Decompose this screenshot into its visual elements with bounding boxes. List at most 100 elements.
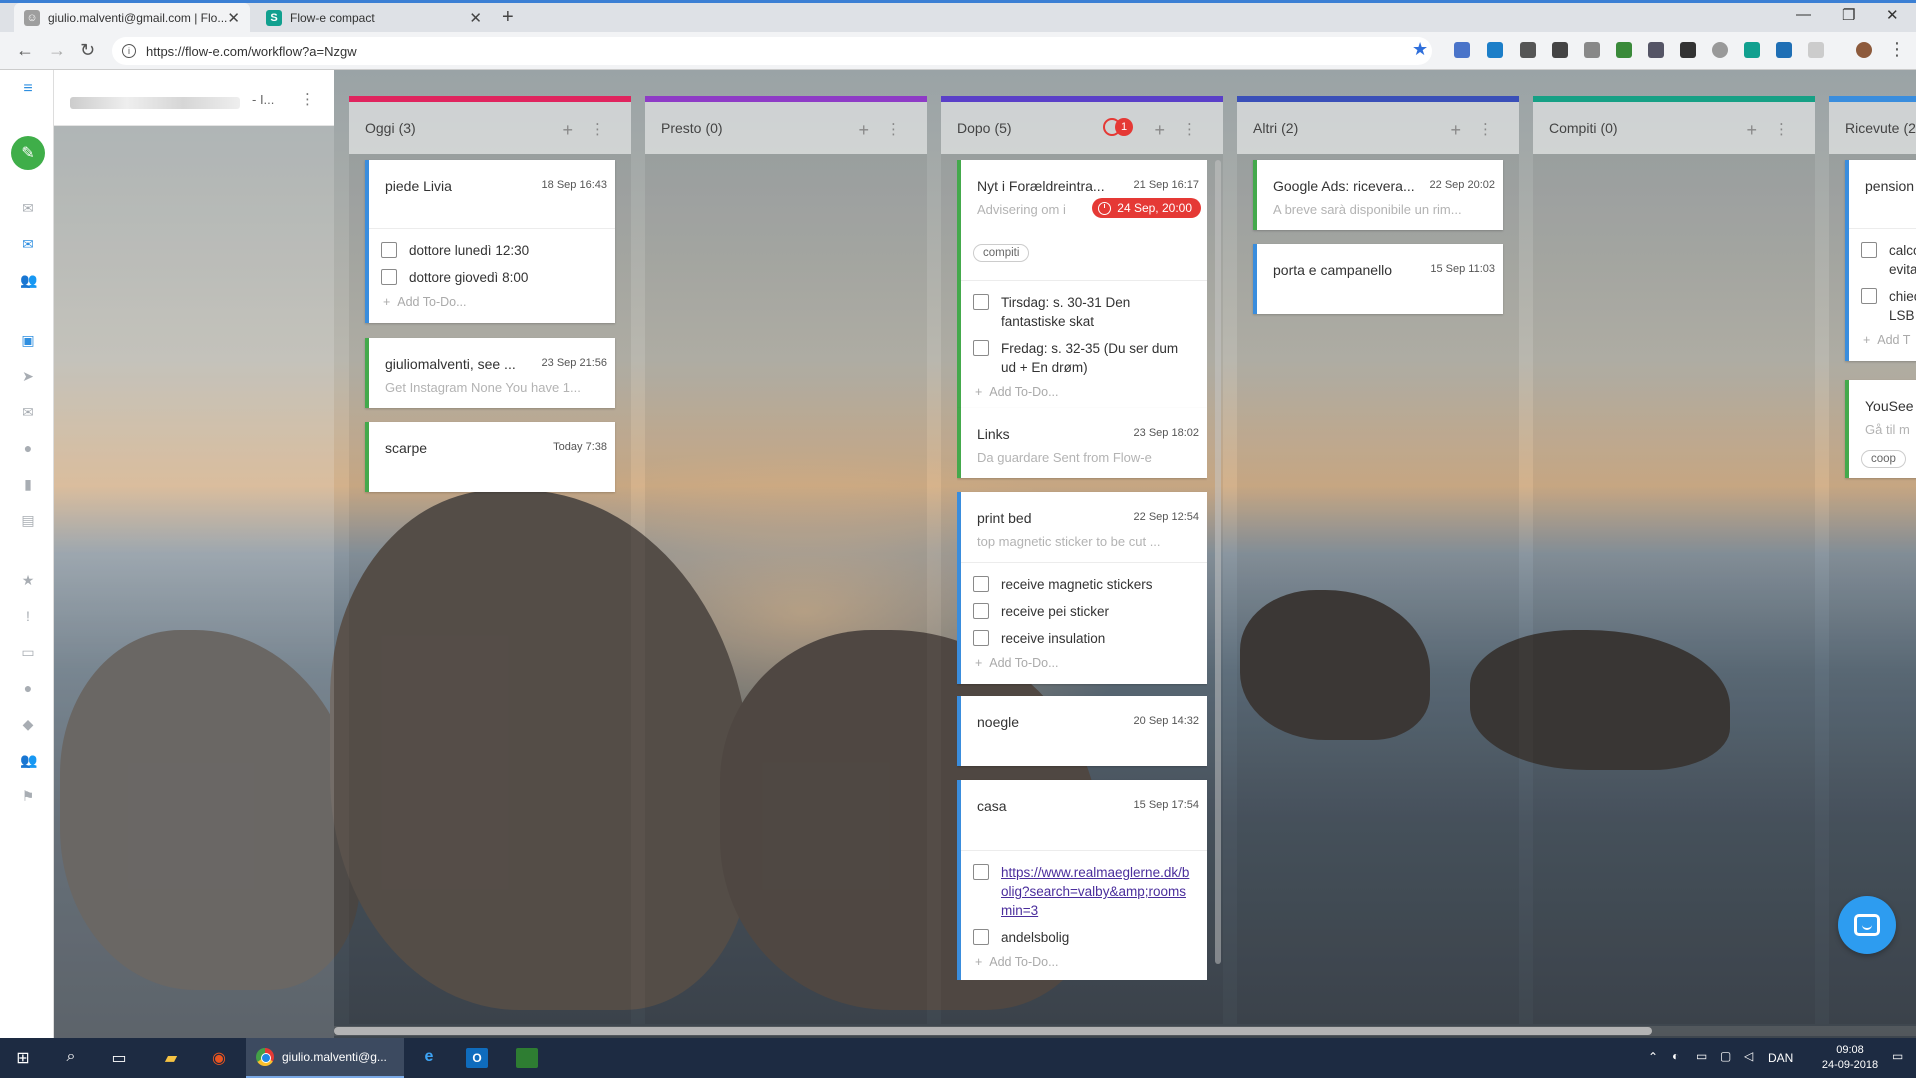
add-card-icon[interactable]: + xyxy=(1154,120,1165,141)
workflow-board-icon[interactable]: ▣ xyxy=(20,332,36,349)
add-todo-input[interactable]: + Add To-Do... xyxy=(961,381,1207,407)
task-view-icon[interactable]: ▭ xyxy=(108,1048,130,1068)
site-info-icon[interactable]: i xyxy=(122,44,136,58)
profile-avatar[interactable] xyxy=(1856,42,1872,58)
todo-checkbox[interactable] xyxy=(1861,242,1877,258)
add-card-icon[interactable]: + xyxy=(562,120,573,141)
windows-start-icon[interactable]: ⊞ xyxy=(12,1048,34,1068)
card[interactable]: piede Livia 18 Sep 16:43 dottore lunedì … xyxy=(365,160,615,323)
card[interactable]: Nyt i Forældreintra... 21 Sep 16:17 Advi… xyxy=(957,160,1207,413)
todo-link[interactable]: https://www.realmaeglerne.dk/bolig?searc… xyxy=(1001,863,1195,920)
address-bar[interactable]: i https://flow-e.com/workflow?a=Nzgw xyxy=(112,37,1432,65)
tray-battery-icon[interactable]: ▭ xyxy=(1696,1049,1707,1063)
extension-icon[interactable] xyxy=(1487,42,1503,58)
search-icon[interactable]: ⌕ xyxy=(60,1048,82,1068)
more-options-icon[interactable]: ⋮ xyxy=(300,90,315,108)
card[interactable]: giuliomalventi, see ... 23 Sep 21:56 Get… xyxy=(365,338,615,408)
todo-checkbox[interactable] xyxy=(381,269,397,285)
card[interactable]: noegle 20 Sep 14:32 xyxy=(957,696,1207,766)
ubuntu-icon[interactable]: ◉ xyxy=(208,1048,230,1068)
extension-translate-icon[interactable] xyxy=(1454,42,1470,58)
column-menu-icon[interactable]: ⋮ xyxy=(1182,120,1197,138)
extension-icon[interactable] xyxy=(1712,42,1728,58)
restore-icon[interactable]: ❐ xyxy=(1842,6,1855,24)
taskbar-chrome-window[interactable]: giulio.malventi@g... xyxy=(246,1038,404,1078)
minimize-icon[interactable]: — xyxy=(1796,6,1811,23)
drafts-icon[interactable]: ✉ xyxy=(20,404,36,421)
tab-flow-e-gmail[interactable]: ☺ giulio.malventi@gmail.com | Flo... ✕ xyxy=(14,3,250,32)
tray-volume-icon[interactable]: ◁ xyxy=(1744,1049,1753,1063)
notifications-icon[interactable]: ▭ xyxy=(1892,1049,1903,1063)
reload-icon[interactable]: ↻ xyxy=(80,40,95,61)
extension-icon[interactable] xyxy=(1648,42,1664,58)
card[interactable]: Links 23 Sep 18:02 Da guardare Sent from… xyxy=(957,408,1207,478)
language-indicator[interactable]: DAN xyxy=(1768,1051,1793,1065)
file-explorer-icon[interactable]: ▰ xyxy=(160,1048,182,1068)
window-close-icon[interactable]: ✕ xyxy=(1886,6,1899,24)
reminder-chip[interactable]: 24 Sep, 20:00 xyxy=(1092,198,1201,218)
add-todo-input[interactable]: + Add To-Do... xyxy=(961,951,1207,977)
board-horizontal-scrollbar[interactable] xyxy=(334,1026,1916,1036)
system-clock[interactable]: 09:08 24-09-2018 xyxy=(1820,1043,1880,1073)
add-todo-input[interactable]: + Add To-Do... xyxy=(369,291,615,317)
extension-pocket-icon[interactable] xyxy=(1552,42,1568,58)
card[interactable]: YouSee Gå til m coop xyxy=(1845,380,1916,478)
tab-flow-e-compact[interactable]: S Flow-e compact ✕ xyxy=(256,3,492,32)
todo-checkbox[interactable] xyxy=(973,576,989,592)
spam-icon[interactable]: ● xyxy=(20,440,36,456)
bookmark-star-icon[interactable]: ★ xyxy=(1412,39,1428,60)
person-icon[interactable]: ● xyxy=(20,680,36,696)
hamburger-menu-icon[interactable]: ≡ xyxy=(20,80,36,98)
trash-icon[interactable]: ▮ xyxy=(20,476,36,493)
tray-display-icon[interactable]: ▢ xyxy=(1720,1049,1731,1063)
todo-checkbox[interactable] xyxy=(973,864,989,880)
add-todo-input[interactable]: + Add T xyxy=(1849,329,1916,355)
sent-icon[interactable]: ➤ xyxy=(20,368,36,385)
internet-explorer-icon[interactable]: e xyxy=(418,1048,440,1068)
column-menu-icon[interactable]: ⋮ xyxy=(886,120,901,138)
card[interactable]: print bed 22 Sep 12:54 top magnetic stic… xyxy=(957,492,1207,684)
extension-mail-icon[interactable] xyxy=(1520,42,1536,58)
extension-camera-icon[interactable] xyxy=(1584,42,1600,58)
card[interactable]: porta e campanello 15 Sep 11:03 xyxy=(1253,244,1503,314)
support-chat-button[interactable] xyxy=(1838,896,1896,954)
mail-icon[interactable]: ✉ xyxy=(20,236,36,253)
group-icon[interactable]: 👥 xyxy=(20,752,37,769)
outlook-icon[interactable]: O xyxy=(466,1048,488,1068)
back-icon[interactable]: ← xyxy=(16,40,34,61)
extension-icon[interactable] xyxy=(1616,42,1632,58)
todo-checkbox[interactable] xyxy=(973,630,989,646)
card-tag[interactable]: compiti xyxy=(973,244,1030,262)
reminder-alarm-badge[interactable]: 1 xyxy=(1103,118,1133,136)
column-menu-icon[interactable]: ⋮ xyxy=(1774,120,1789,138)
tray-chevron-icon[interactable]: ⌃ xyxy=(1648,1050,1658,1064)
card[interactable]: casa 15 Sep 17:54 https://www.realmaegle… xyxy=(957,780,1207,980)
spreadsheet-icon[interactable] xyxy=(516,1048,538,1068)
scrollbar-thumb[interactable] xyxy=(334,1027,1652,1035)
extension-qr-icon[interactable] xyxy=(1680,42,1696,58)
tray-network-icon[interactable]: ◐ xyxy=(1672,1049,1679,1063)
todo-checkbox[interactable] xyxy=(973,294,989,310)
todo-checkbox[interactable] xyxy=(1861,288,1877,304)
starred-icon[interactable]: ★ xyxy=(20,572,36,589)
chrome-menu-icon[interactable]: ⋮ xyxy=(1888,39,1906,60)
close-icon[interactable]: ✕ xyxy=(469,9,482,27)
card[interactable]: pension calco evita chiec LSB + Add T xyxy=(1845,160,1916,361)
important-icon[interactable]: ! xyxy=(20,608,36,624)
column-menu-icon[interactable]: ⋮ xyxy=(590,120,605,138)
column-scrollbar[interactable] xyxy=(1215,160,1221,964)
extension-icon[interactable] xyxy=(1808,42,1824,58)
column-menu-icon[interactable]: ⋮ xyxy=(1478,120,1493,138)
todo-checkbox[interactable] xyxy=(973,340,989,356)
add-card-icon[interactable]: + xyxy=(1746,120,1757,141)
add-card-icon[interactable]: + xyxy=(1450,120,1461,141)
inbox-icon[interactable]: ✉ xyxy=(20,200,36,217)
todo-checkbox[interactable] xyxy=(973,929,989,945)
card[interactable]: scarpe Today 7:38 xyxy=(365,422,615,492)
extension-flow-e-icon[interactable] xyxy=(1744,42,1760,58)
contacts-icon[interactable]: 👥 xyxy=(20,272,37,289)
card-tag[interactable]: coop xyxy=(1861,450,1906,468)
extension-icon[interactable] xyxy=(1776,42,1792,58)
add-card-icon[interactable]: + xyxy=(858,120,869,141)
chats-icon[interactable]: ▭ xyxy=(20,644,36,661)
